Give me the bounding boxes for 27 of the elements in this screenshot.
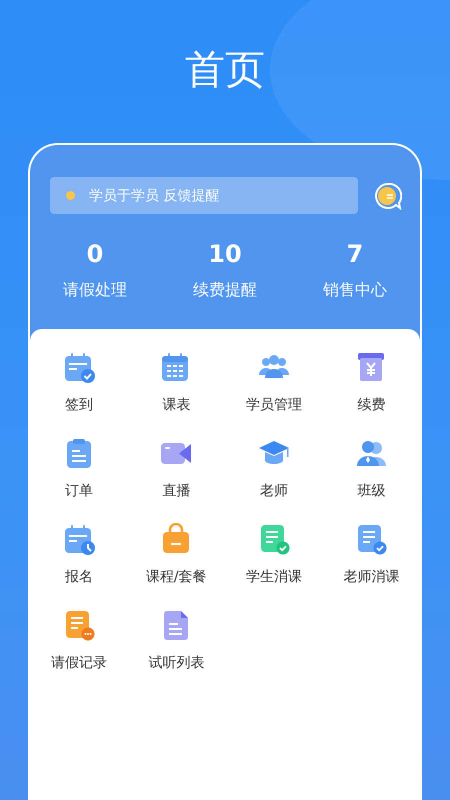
- message-icon[interactable]: [374, 182, 402, 210]
- stat-value: 0: [86, 240, 104, 268]
- menu-label[interactable]: 老师: [260, 481, 288, 501]
- notice-dot-icon: [66, 191, 75, 200]
- menu-label[interactable]: 报名: [64, 567, 93, 587]
- document-check-icon[interactable]: [355, 523, 388, 555]
- menu-label[interactable]: 试听列表: [148, 653, 204, 673]
- stat-label: 销售中心: [323, 280, 387, 301]
- calendar-clock-icon[interactable]: [62, 523, 95, 555]
- page-title: 首页: [185, 46, 265, 95]
- menu-label[interactable]: 学生消课: [246, 567, 302, 587]
- menu-label[interactable]: 班级: [357, 481, 386, 501]
- calendar-check-icon[interactable]: [62, 351, 95, 383]
- menu-label[interactable]: 请假记录: [50, 653, 107, 673]
- menu-label[interactable]: 课表: [162, 395, 190, 415]
- menu-label[interactable]: 签到: [64, 395, 93, 415]
- notice-text: 学员于学员 反馈提醒: [89, 186, 220, 204]
- stat-label: 续费提醒: [193, 280, 257, 301]
- menu-label[interactable]: 老师消课: [343, 567, 400, 587]
- stat-value: 10: [208, 240, 242, 268]
- menu-label[interactable]: 课程/套餐: [146, 567, 207, 587]
- menu-label[interactable]: 学员管理: [246, 395, 302, 415]
- menu-label[interactable]: 订单: [64, 481, 93, 501]
- stat-value: 7: [346, 240, 364, 268]
- menu-label[interactable]: 直播: [162, 481, 190, 501]
- stat-label: 请假处理: [63, 280, 127, 301]
- menu-label[interactable]: 续费: [357, 395, 386, 415]
